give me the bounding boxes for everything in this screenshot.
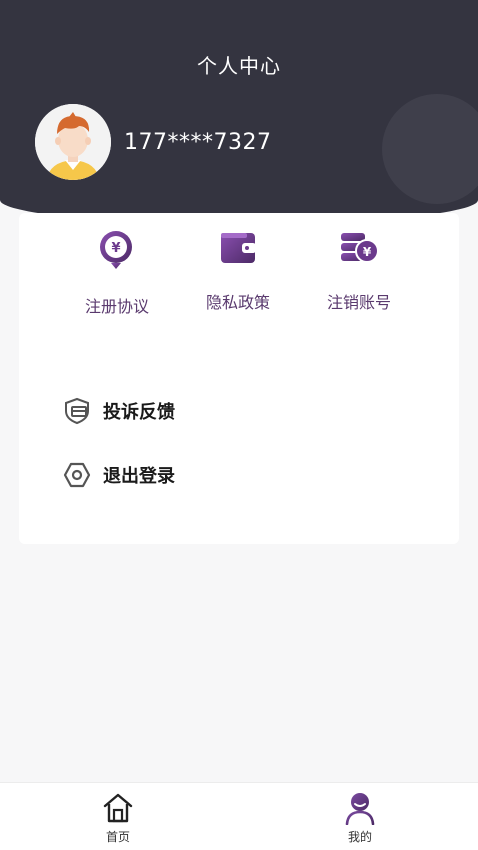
logout-label: 退出登录 (103, 466, 175, 487)
profile-page: 个人中心 177****7327 ¥ 注册协议 隐私政策 ¥ 注销账号 投诉反馈… (0, 0, 478, 850)
tab-mine-label: 我的 (347, 830, 372, 844)
tab-home[interactable]: 首页 (58, 783, 178, 850)
logout-item[interactable]: 退出登录 (63, 457, 423, 491)
coin-stack-icon: ¥ (341, 233, 379, 263)
agreement-label: 注册协议 (84, 297, 149, 316)
svg-text:¥: ¥ (111, 241, 120, 256)
shield-card-icon (65, 397, 89, 425)
privacy-policy-label: 隐私政策 (205, 293, 270, 312)
wallet-icon (221, 233, 256, 263)
user-icon (345, 793, 375, 825)
complaint-feedback-item[interactable]: 投诉反馈 (63, 393, 423, 427)
bottom-tab-bar: 首页 我的 (0, 782, 478, 850)
user-phone: 177****7327 (124, 130, 272, 155)
privacy-policy-button[interactable]: 隐私政策 (178, 213, 298, 313)
delete-account-label: 注销账号 (326, 293, 391, 312)
hexagon-nut-icon (63, 462, 91, 488)
agreement-coin-icon: ¥ (100, 231, 132, 269)
avatar-illustration-icon (35, 104, 111, 180)
menu-card: ¥ 注册协议 隐私政策 ¥ 注销账号 投诉反馈 退出登录 (19, 213, 459, 544)
svg-text:¥: ¥ (363, 245, 372, 259)
tab-home-label: 首页 (105, 830, 130, 844)
home-icon (103, 793, 133, 823)
complaint-feedback-label: 投诉反馈 (103, 402, 175, 423)
tab-mine[interactable]: 我的 (300, 783, 420, 850)
agreement-button[interactable]: ¥ 注册协议 (57, 213, 177, 316)
avatar[interactable] (35, 104, 111, 180)
delete-account-button[interactable]: ¥ 注销账号 (299, 213, 419, 313)
page-title: 个人中心 (197, 54, 281, 78)
